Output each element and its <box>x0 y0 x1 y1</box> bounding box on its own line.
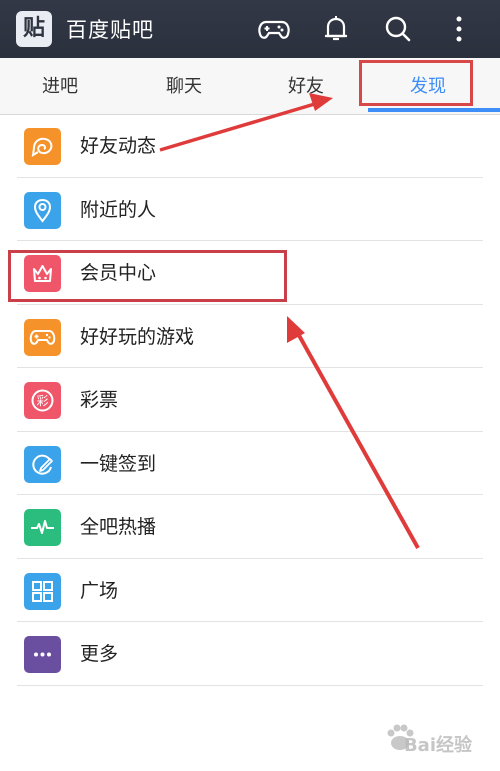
arrow-to-discover <box>159 101 319 152</box>
arrow-to-member-center <box>294 329 420 549</box>
annotation-arrows <box>159 93 420 549</box>
watermark: Bai经验 <box>403 735 472 756</box>
arrow-head <box>309 93 333 111</box>
